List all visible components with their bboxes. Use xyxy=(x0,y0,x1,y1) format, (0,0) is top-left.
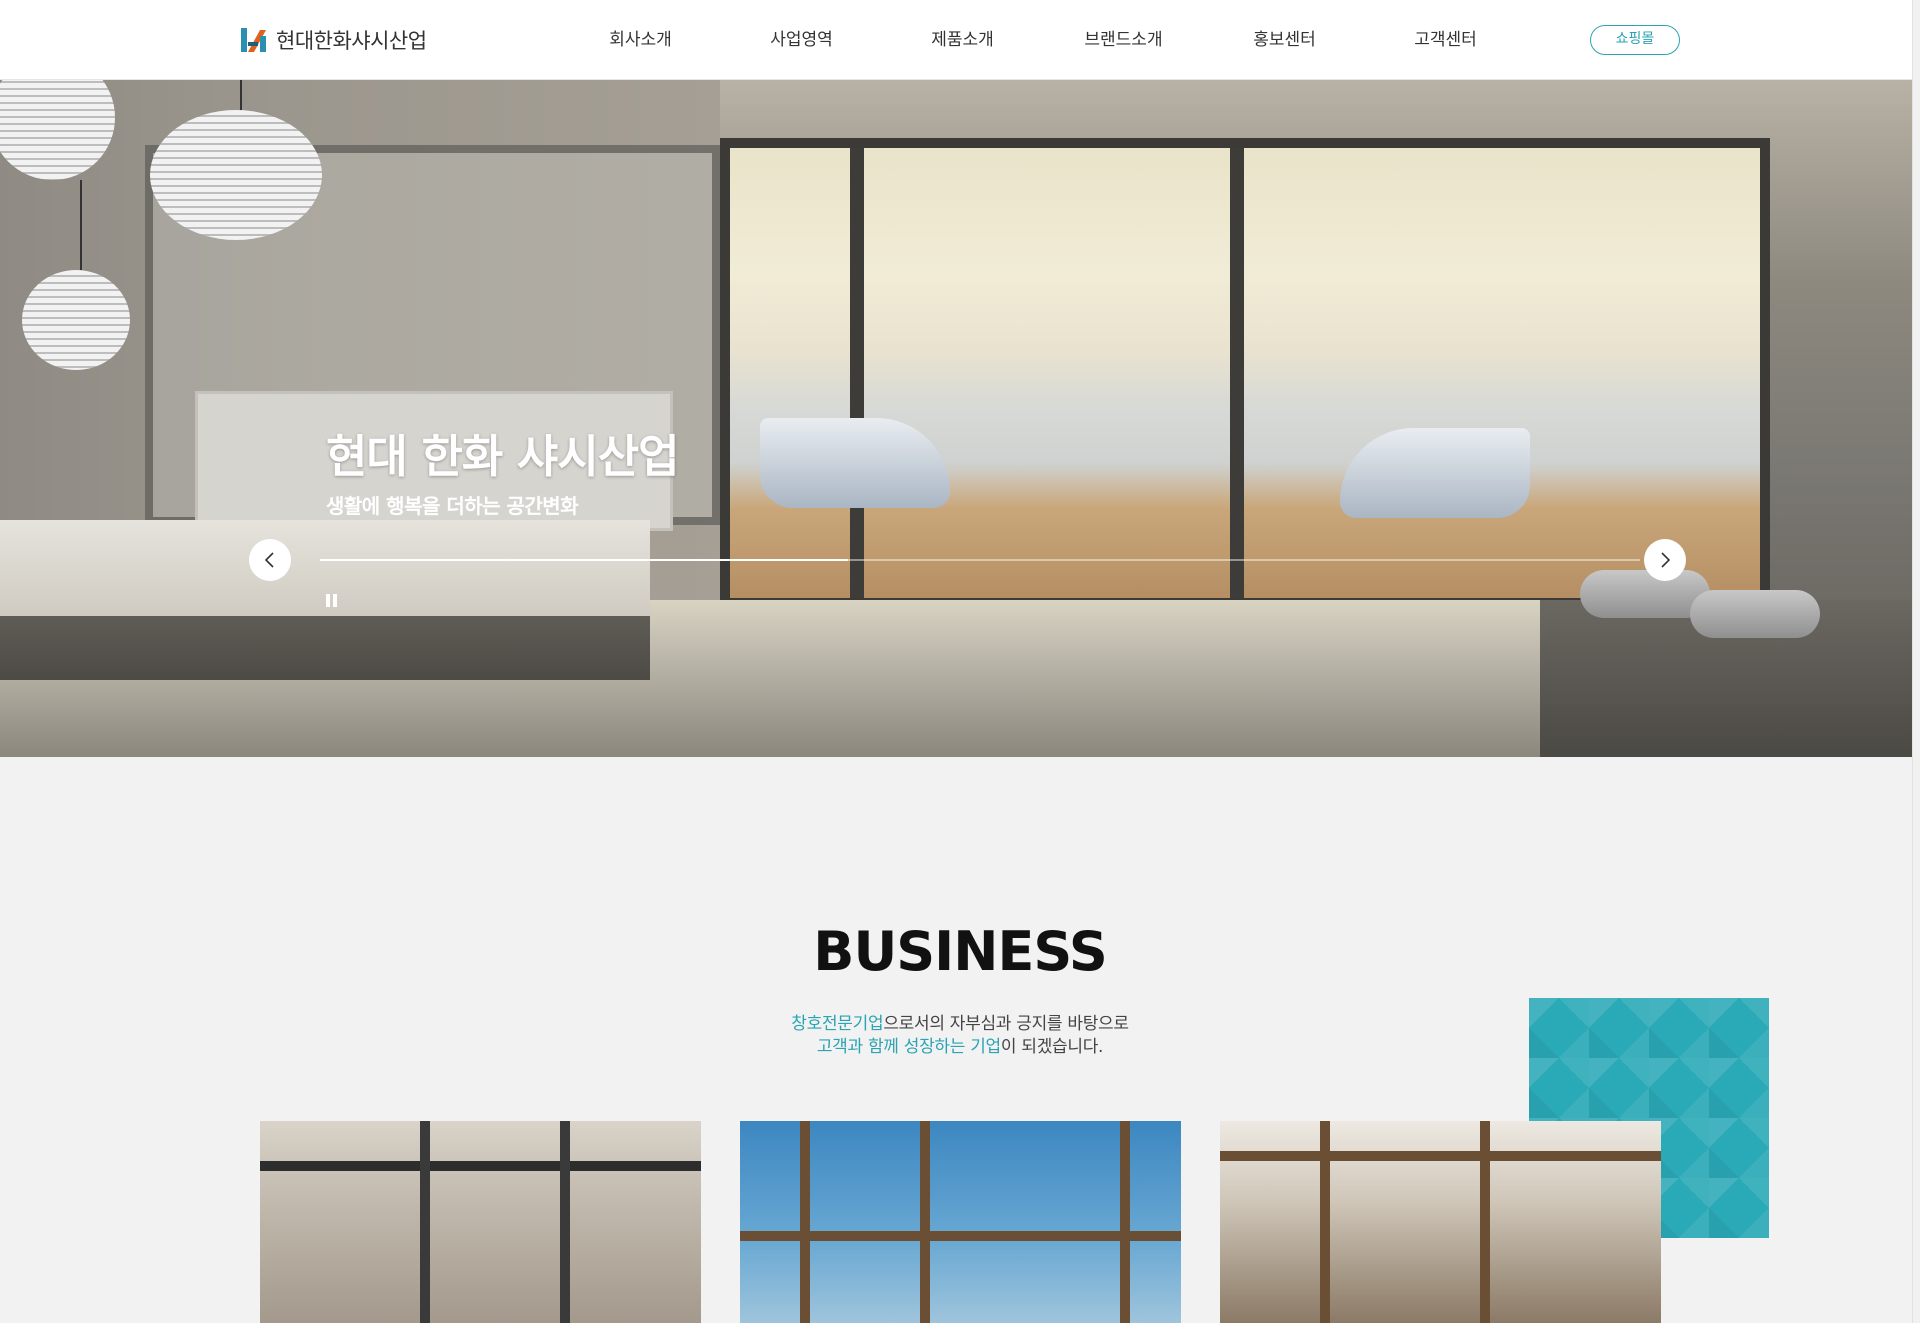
window-frame xyxy=(740,1231,1181,1241)
slide-progress-bar xyxy=(320,559,1640,561)
window-frame xyxy=(560,1121,570,1323)
window-frame xyxy=(800,1121,810,1323)
pillow-image xyxy=(1690,590,1820,638)
window-frame xyxy=(420,1121,430,1323)
nav-item-brand[interactable]: 브랜드소개 xyxy=(1043,0,1204,80)
main-nav: 회사소개 사업영역 제품소개 브랜드소개 홍보센터 고객센터 xyxy=(560,0,1526,80)
chair-image xyxy=(1340,428,1530,518)
window-frame xyxy=(1220,1151,1661,1161)
hero-bed xyxy=(0,520,650,680)
window-mullion xyxy=(850,148,864,598)
nav-item-customer-center[interactable]: 고객센터 xyxy=(1365,0,1526,80)
hero-slider: 현대 한화 샤시산업 생활에 행복을 더하는 공간변화 xyxy=(0,80,1912,757)
business-card[interactable] xyxy=(260,1121,701,1323)
window-mullion xyxy=(1230,148,1244,598)
nav-item-business[interactable]: 사업영역 xyxy=(721,0,882,80)
business-card[interactable] xyxy=(1220,1121,1661,1323)
business-highlight: 고객과 함께 성장하는 기업 xyxy=(816,1037,1001,1057)
nav-item-products[interactable]: 제품소개 xyxy=(882,0,1043,80)
logo-text: 현대한화샤시산업 xyxy=(276,29,427,53)
chevron-right-icon xyxy=(1661,552,1671,568)
site-header: 현대한화샤시산업 회사소개 사업영역 제품소개 브랜드소개 홍보센터 고객센터 … xyxy=(0,0,1920,80)
window-frame xyxy=(920,1121,930,1323)
lamp-cord xyxy=(80,180,82,270)
logo-mark-icon xyxy=(241,28,266,52)
logo[interactable]: 현대한화샤시산업 xyxy=(240,24,427,56)
window-frame xyxy=(1120,1121,1130,1323)
business-card[interactable] xyxy=(740,1121,1181,1323)
lamp-cord xyxy=(240,80,242,110)
nav-item-pr-center[interactable]: 홍보센터 xyxy=(1204,0,1365,80)
hero-subtitle: 생활에 행복을 더하는 공간변화 xyxy=(326,494,579,518)
business-text: 으로서의 자부심과 긍지를 바탕으로 xyxy=(883,1014,1129,1034)
lamp-image xyxy=(150,110,322,240)
window-frame xyxy=(260,1161,701,1171)
business-text: 이 되겠습니다. xyxy=(1000,1037,1104,1057)
slide-progress-fill xyxy=(320,559,848,561)
business-title: BUSINESS xyxy=(813,920,1107,983)
pause-icon[interactable] xyxy=(326,594,342,610)
lamp-image xyxy=(22,270,130,370)
prev-slide-button[interactable] xyxy=(249,539,291,581)
chevron-left-icon xyxy=(264,552,274,568)
hero-furniture xyxy=(1540,570,1912,757)
chair-image xyxy=(760,418,950,508)
hero-background-window xyxy=(720,138,1770,608)
shopping-mall-button[interactable]: 쇼핑몰 xyxy=(1590,25,1680,55)
hero-title: 현대 한화 샤시산업 xyxy=(326,430,680,483)
nav-item-company[interactable]: 회사소개 xyxy=(560,0,721,80)
scrollbar[interactable] xyxy=(1912,0,1920,1323)
business-highlight: 창호전문기업 xyxy=(791,1014,884,1034)
next-slide-button[interactable] xyxy=(1644,539,1686,581)
